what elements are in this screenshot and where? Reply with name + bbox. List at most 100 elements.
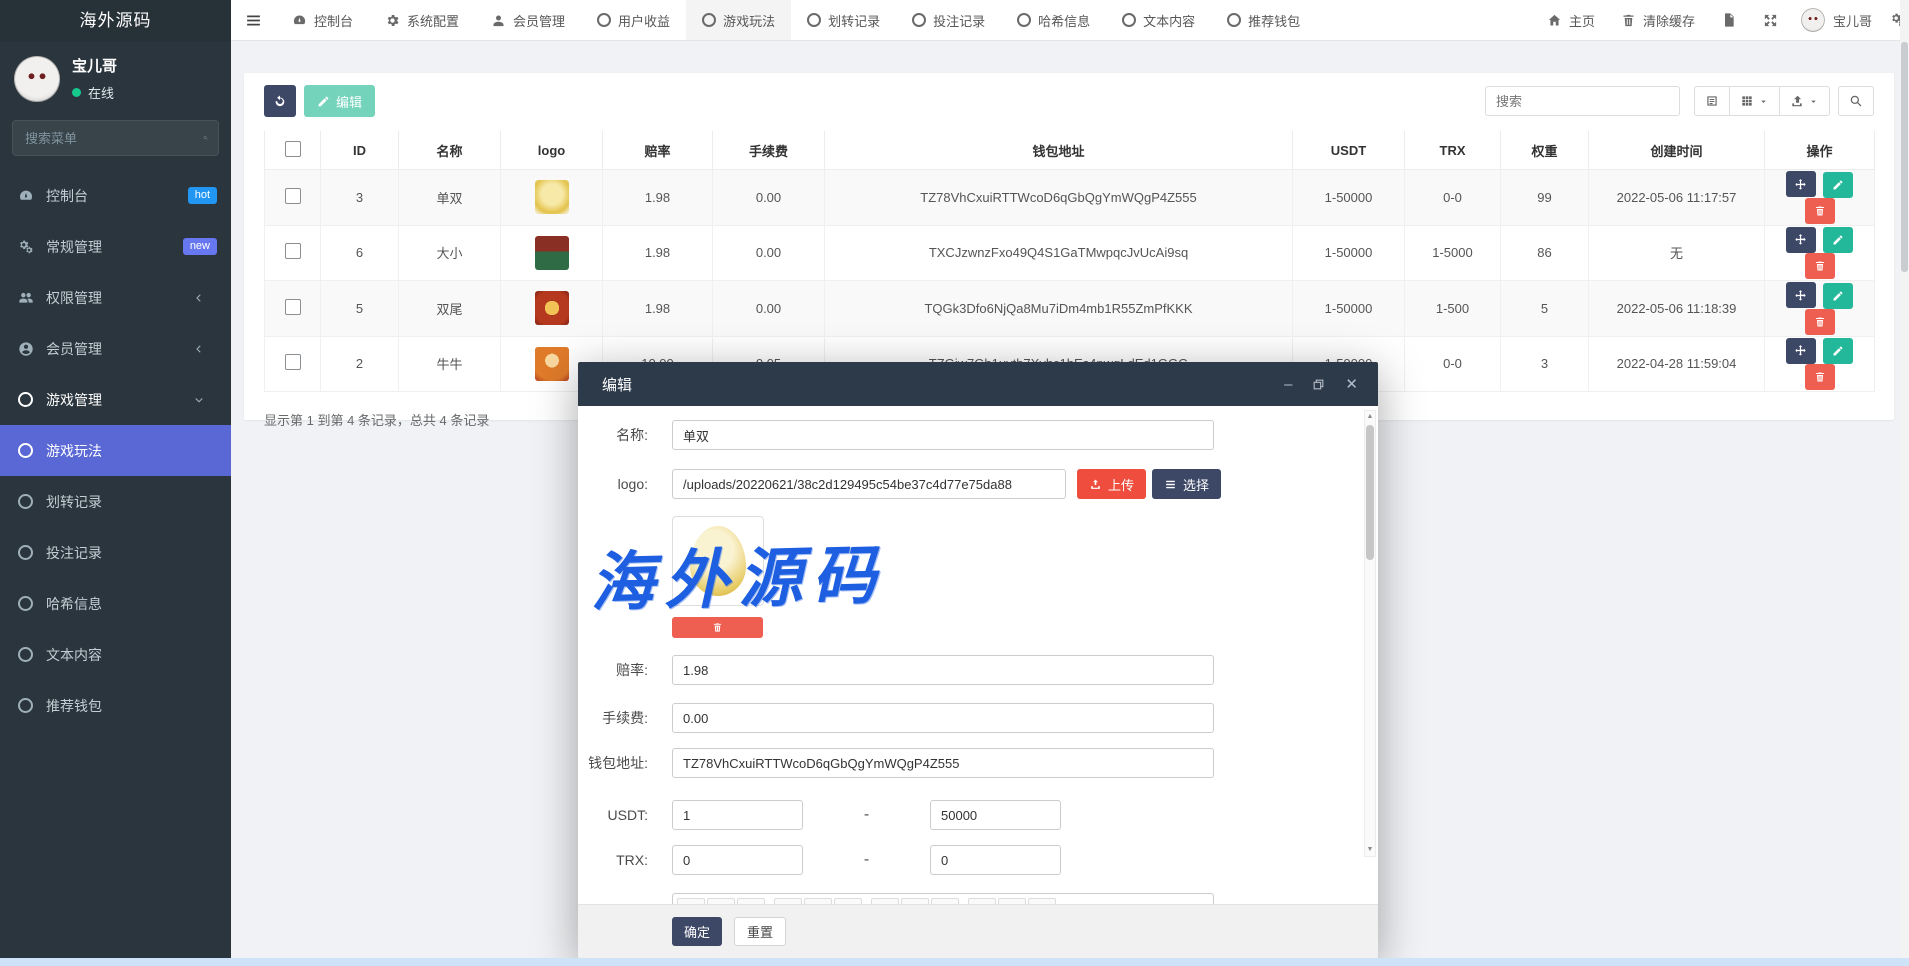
delete-row-button[interactable] bbox=[1805, 253, 1835, 279]
refresh-button[interactable] bbox=[264, 85, 296, 117]
delete-row-button[interactable] bbox=[1805, 309, 1835, 335]
cell-weight: 86 bbox=[1501, 225, 1589, 281]
restore-icon[interactable] bbox=[1312, 378, 1325, 391]
users-icon bbox=[18, 290, 34, 306]
select-all-checkbox[interactable] bbox=[285, 141, 301, 157]
confirm-button[interactable]: 确定 bbox=[672, 917, 722, 946]
move-row-button[interactable] bbox=[1786, 227, 1816, 253]
tab-bet-records[interactable]: 投注记录 bbox=[896, 0, 1001, 40]
sidebar-search-input[interactable] bbox=[23, 130, 203, 147]
table-header-row: ID 名称 logo 赔率 手续费 钱包地址 USDT TRX 权重 创建时间 … bbox=[265, 131, 1875, 170]
edit-row-button[interactable] bbox=[1823, 338, 1853, 364]
sidebar-item-general[interactable]: 常规管理 new bbox=[0, 221, 231, 272]
trx-min-field[interactable] bbox=[672, 845, 803, 875]
cell-wallet: TXCJzwnzFxo49Q4S1GaTMwpqcJvUcAi9sq bbox=[825, 225, 1293, 281]
navbar-username: 宝儿哥 bbox=[1833, 11, 1872, 30]
usdt-max-field[interactable] bbox=[930, 800, 1061, 830]
usdt-min-field[interactable] bbox=[672, 800, 803, 830]
hamburger-menu-icon[interactable] bbox=[231, 0, 276, 40]
delete-row-button[interactable] bbox=[1805, 198, 1835, 224]
edit-button[interactable]: 编辑 bbox=[304, 85, 375, 117]
bottom-strip bbox=[0, 958, 1909, 966]
move-icon bbox=[1794, 289, 1807, 302]
scrollbar-thumb[interactable] bbox=[1366, 425, 1374, 560]
tab-console[interactable]: 控制台 bbox=[276, 0, 369, 40]
move-row-button[interactable] bbox=[1786, 282, 1816, 308]
pencil-icon bbox=[317, 95, 330, 108]
sidebar-item-gameplay[interactable]: 游戏玩法 bbox=[0, 425, 231, 476]
pagination-toggle-button[interactable] bbox=[1694, 86, 1730, 116]
tab-label: 控制台 bbox=[314, 11, 353, 30]
close-icon[interactable]: ✕ bbox=[1345, 377, 1358, 392]
row-checkbox[interactable] bbox=[285, 188, 301, 204]
trx-max-field[interactable] bbox=[930, 845, 1061, 875]
minimize-icon[interactable]: – bbox=[1284, 377, 1292, 392]
sidebar-item-text-content[interactable]: 文本内容 bbox=[0, 629, 231, 680]
tab-system-config[interactable]: 系统配置 bbox=[369, 0, 475, 40]
reset-button[interactable]: 重置 bbox=[734, 917, 786, 946]
cell-name: 大小 bbox=[399, 225, 501, 281]
tab-transfer-records[interactable]: 划转记录 bbox=[791, 0, 896, 40]
tab-user-income[interactable]: 用户收益 bbox=[581, 0, 686, 40]
sidebar-menu: 控制台 hot 常规管理 new 权限管理 会员管理 游戏管理 bbox=[0, 170, 231, 731]
sidebar-item-bet-records[interactable]: 投注记录 bbox=[0, 527, 231, 578]
chevron-down-icon bbox=[193, 394, 205, 406]
delete-row-button[interactable] bbox=[1805, 364, 1835, 390]
move-row-button[interactable] bbox=[1786, 338, 1816, 364]
advanced-search-button[interactable] bbox=[1838, 86, 1874, 116]
fullscreen-button[interactable] bbox=[1750, 13, 1791, 28]
odds-field[interactable] bbox=[672, 655, 1214, 685]
tab-text-content[interactable]: 文本内容 bbox=[1106, 0, 1211, 40]
modal-scrollbar[interactable]: ▲ ▼ bbox=[1364, 410, 1376, 857]
sidebar-search[interactable] bbox=[12, 120, 219, 156]
edit-modal: 编辑 – ✕ 名称: logo: 上传 选择 bbox=[578, 362, 1378, 958]
tab-label: 用户收益 bbox=[618, 11, 670, 30]
name-field[interactable] bbox=[672, 420, 1214, 450]
row-checkbox[interactable] bbox=[285, 354, 301, 370]
move-row-button[interactable] bbox=[1786, 171, 1816, 197]
tab-members[interactable]: 会员管理 bbox=[475, 0, 581, 40]
scroll-down-arrow[interactable]: ▼ bbox=[1367, 844, 1374, 856]
clear-cache-link[interactable]: 清除缓存 bbox=[1608, 11, 1708, 30]
table-row: 5 双尾 1.98 0.00 TQGk3Dfo6NjQa8Mu7iDm4mb1R… bbox=[265, 281, 1875, 337]
sidebar-item-console[interactable]: 控制台 hot bbox=[0, 170, 231, 221]
tab-referral-wallet[interactable]: 推荐钱包 bbox=[1211, 0, 1316, 40]
menu-label: 推荐钱包 bbox=[46, 696, 217, 716]
edit-row-button[interactable] bbox=[1823, 227, 1853, 253]
table-search-input[interactable] bbox=[1485, 86, 1680, 116]
logo-path-field[interactable] bbox=[672, 469, 1066, 499]
page-scrollbar[interactable] bbox=[1900, 0, 1909, 966]
home-label: 主页 bbox=[1569, 11, 1595, 30]
menu-label: 游戏管理 bbox=[46, 390, 193, 410]
tab-gameplay[interactable]: 游戏玩法 bbox=[686, 0, 791, 40]
modal-header[interactable]: 编辑 – ✕ bbox=[578, 362, 1378, 406]
choose-button[interactable]: 选择 bbox=[1152, 469, 1221, 499]
header-checkbox-cell bbox=[265, 131, 321, 170]
sidebar-item-hash-info[interactable]: 哈希信息 bbox=[0, 578, 231, 629]
refresh-page-button[interactable] bbox=[1708, 12, 1750, 28]
sidebar-item-games[interactable]: 游戏管理 bbox=[0, 374, 231, 425]
navbar-user-menu[interactable]: 宝儿哥 bbox=[1791, 8, 1882, 32]
delete-image-button[interactable] bbox=[672, 617, 763, 638]
odds-field-label: 赔率: bbox=[578, 660, 648, 680]
wallet-address-field[interactable] bbox=[672, 748, 1214, 778]
columns-button[interactable] bbox=[1730, 86, 1780, 116]
export-button[interactable] bbox=[1780, 86, 1830, 116]
sidebar-item-transfer-records[interactable]: 划转记录 bbox=[0, 476, 231, 527]
ring-icon bbox=[18, 545, 33, 560]
page-scrollbar-thumb[interactable] bbox=[1901, 42, 1908, 272]
tab-hash-info[interactable]: 哈希信息 bbox=[1001, 0, 1106, 40]
sidebar-item-referral-wallet[interactable]: 推荐钱包 bbox=[0, 680, 231, 731]
edit-row-button[interactable] bbox=[1823, 283, 1853, 309]
home-link[interactable]: 主页 bbox=[1534, 11, 1608, 30]
sidebar-item-permissions[interactable]: 权限管理 bbox=[0, 272, 231, 323]
user-avatar[interactable] bbox=[14, 56, 60, 102]
sidebar-item-members[interactable]: 会员管理 bbox=[0, 323, 231, 374]
fee-field[interactable] bbox=[672, 703, 1214, 733]
row-checkbox[interactable] bbox=[285, 243, 301, 259]
upload-button[interactable]: 上传 bbox=[1077, 469, 1146, 499]
row-checkbox[interactable] bbox=[285, 299, 301, 315]
edit-row-button[interactable] bbox=[1823, 172, 1853, 198]
scroll-up-arrow[interactable]: ▲ bbox=[1367, 411, 1374, 423]
menu-label: 权限管理 bbox=[46, 288, 193, 308]
